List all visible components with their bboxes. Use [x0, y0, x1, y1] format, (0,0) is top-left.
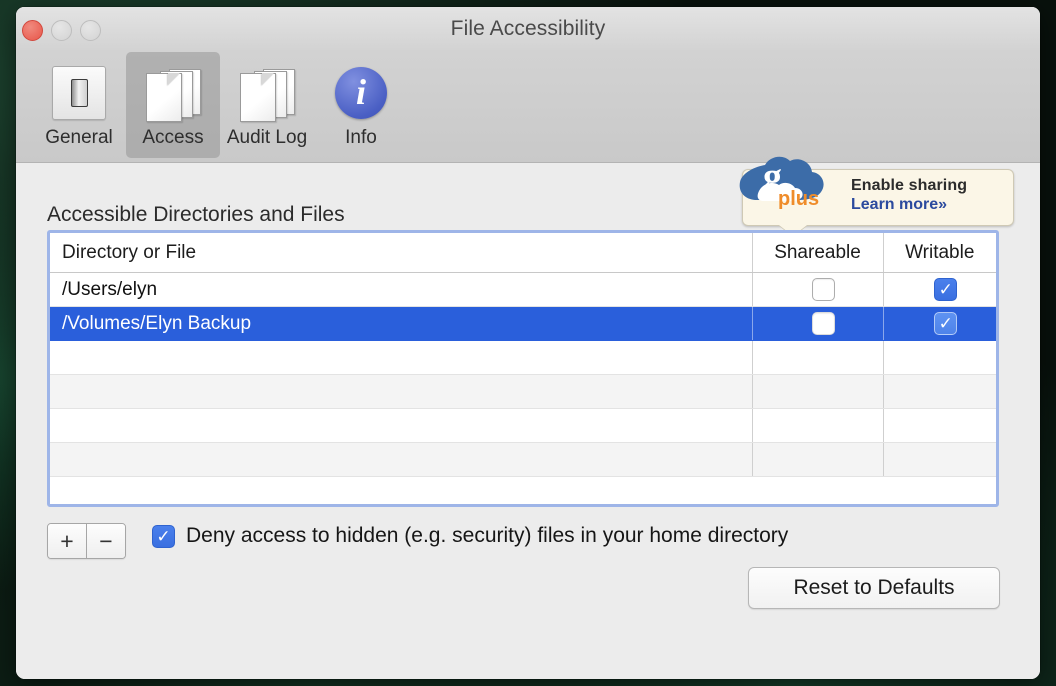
switch-icon: [52, 60, 106, 126]
cell-shareable: [751, 340, 883, 375]
tab-audit-log-label: Audit Log: [226, 127, 308, 148]
promo-learn-more-link[interactable]: Learn more»: [851, 196, 967, 214]
table-row-empty[interactable]: [50, 442, 996, 477]
table-row-empty[interactable]: [50, 340, 996, 375]
tab-general-label: General: [45, 127, 113, 148]
cell-path: [50, 374, 752, 409]
column-header-directory[interactable]: Directory or File: [50, 233, 752, 273]
file-accessibility-window: File Accessibility General Access Audit …: [16, 7, 1040, 679]
cell-writable: [882, 340, 996, 375]
reset-to-defaults-button[interactable]: Reset to Defaults: [748, 567, 1000, 609]
shareable-checkbox[interactable]: [812, 278, 835, 301]
tab-audit-log[interactable]: Audit Log: [220, 52, 314, 158]
cell-path: [50, 340, 752, 375]
access-pane: Accessible Directories and Files g plus …: [16, 156, 1040, 679]
cell-writable: [882, 442, 996, 477]
toolbar: General Access Audit Log i Info: [16, 52, 1040, 163]
cell-shareable[interactable]: [751, 306, 883, 341]
cell-shareable: [751, 374, 883, 409]
table-row-empty[interactable]: [50, 408, 996, 443]
column-header-shareable[interactable]: Shareable: [751, 233, 883, 273]
cell-path: /Users/elyn: [50, 272, 752, 307]
table-row-empty[interactable]: [50, 374, 996, 409]
cell-path: /Volumes/Elyn Backup: [50, 306, 752, 341]
cell-shareable[interactable]: [751, 272, 883, 307]
svg-text:plus: plus: [778, 188, 819, 210]
deny-hidden-files-checkbox[interactable]: ✓: [152, 524, 175, 548]
writable-checkbox[interactable]: ✓: [934, 278, 958, 301]
deny-hidden-files-row[interactable]: ✓ Deny access to hidden (e.g. security) …: [152, 524, 788, 548]
cell-writable: [882, 408, 996, 443]
enable-sharing-promo[interactable]: g plus Enable sharing Learn more»: [739, 156, 1014, 226]
table-row[interactable]: /Volumes/Elyn Backup ✓: [50, 306, 996, 341]
cell-path: [50, 408, 752, 443]
tab-info[interactable]: i Info: [314, 52, 408, 158]
tab-access-label: Access: [142, 127, 204, 148]
shareable-checkbox[interactable]: [812, 312, 835, 335]
remove-button[interactable]: −: [86, 524, 125, 558]
cell-writable[interactable]: ✓: [882, 272, 996, 307]
tab-info-label: Info: [345, 127, 377, 148]
documents-icon: [237, 60, 297, 126]
deny-hidden-files-label: Deny access to hidden (e.g. security) fi…: [186, 524, 789, 547]
page-title: Accessible Directories and Files: [47, 203, 345, 226]
table-header-row: Directory or File Shareable Writable: [50, 233, 996, 273]
writable-checkbox[interactable]: ✓: [934, 312, 958, 335]
promo-headline: Enable sharing: [851, 177, 968, 194]
tab-access[interactable]: Access: [126, 52, 220, 158]
table-row[interactable]: /Users/elyn ✓: [50, 272, 996, 307]
window-title: File Accessibility: [450, 17, 606, 40]
add-button[interactable]: +: [48, 524, 86, 558]
window-titlebar: File Accessibility: [16, 7, 1040, 52]
cell-shareable: [751, 408, 883, 443]
info-icon: i: [335, 60, 387, 126]
directories-table[interactable]: Directory or File Shareable Writable /Us…: [47, 230, 999, 507]
add-remove-segmented-control[interactable]: + −: [47, 523, 126, 559]
cell-writable: [882, 374, 996, 409]
gplus-cloud-icon: g plus: [739, 156, 824, 210]
cell-path: [50, 442, 752, 477]
cell-writable[interactable]: ✓: [882, 306, 996, 341]
cell-shareable: [751, 442, 883, 477]
tab-general[interactable]: General: [32, 52, 126, 158]
documents-icon: [143, 60, 203, 126]
column-header-writable[interactable]: Writable: [882, 233, 996, 273]
